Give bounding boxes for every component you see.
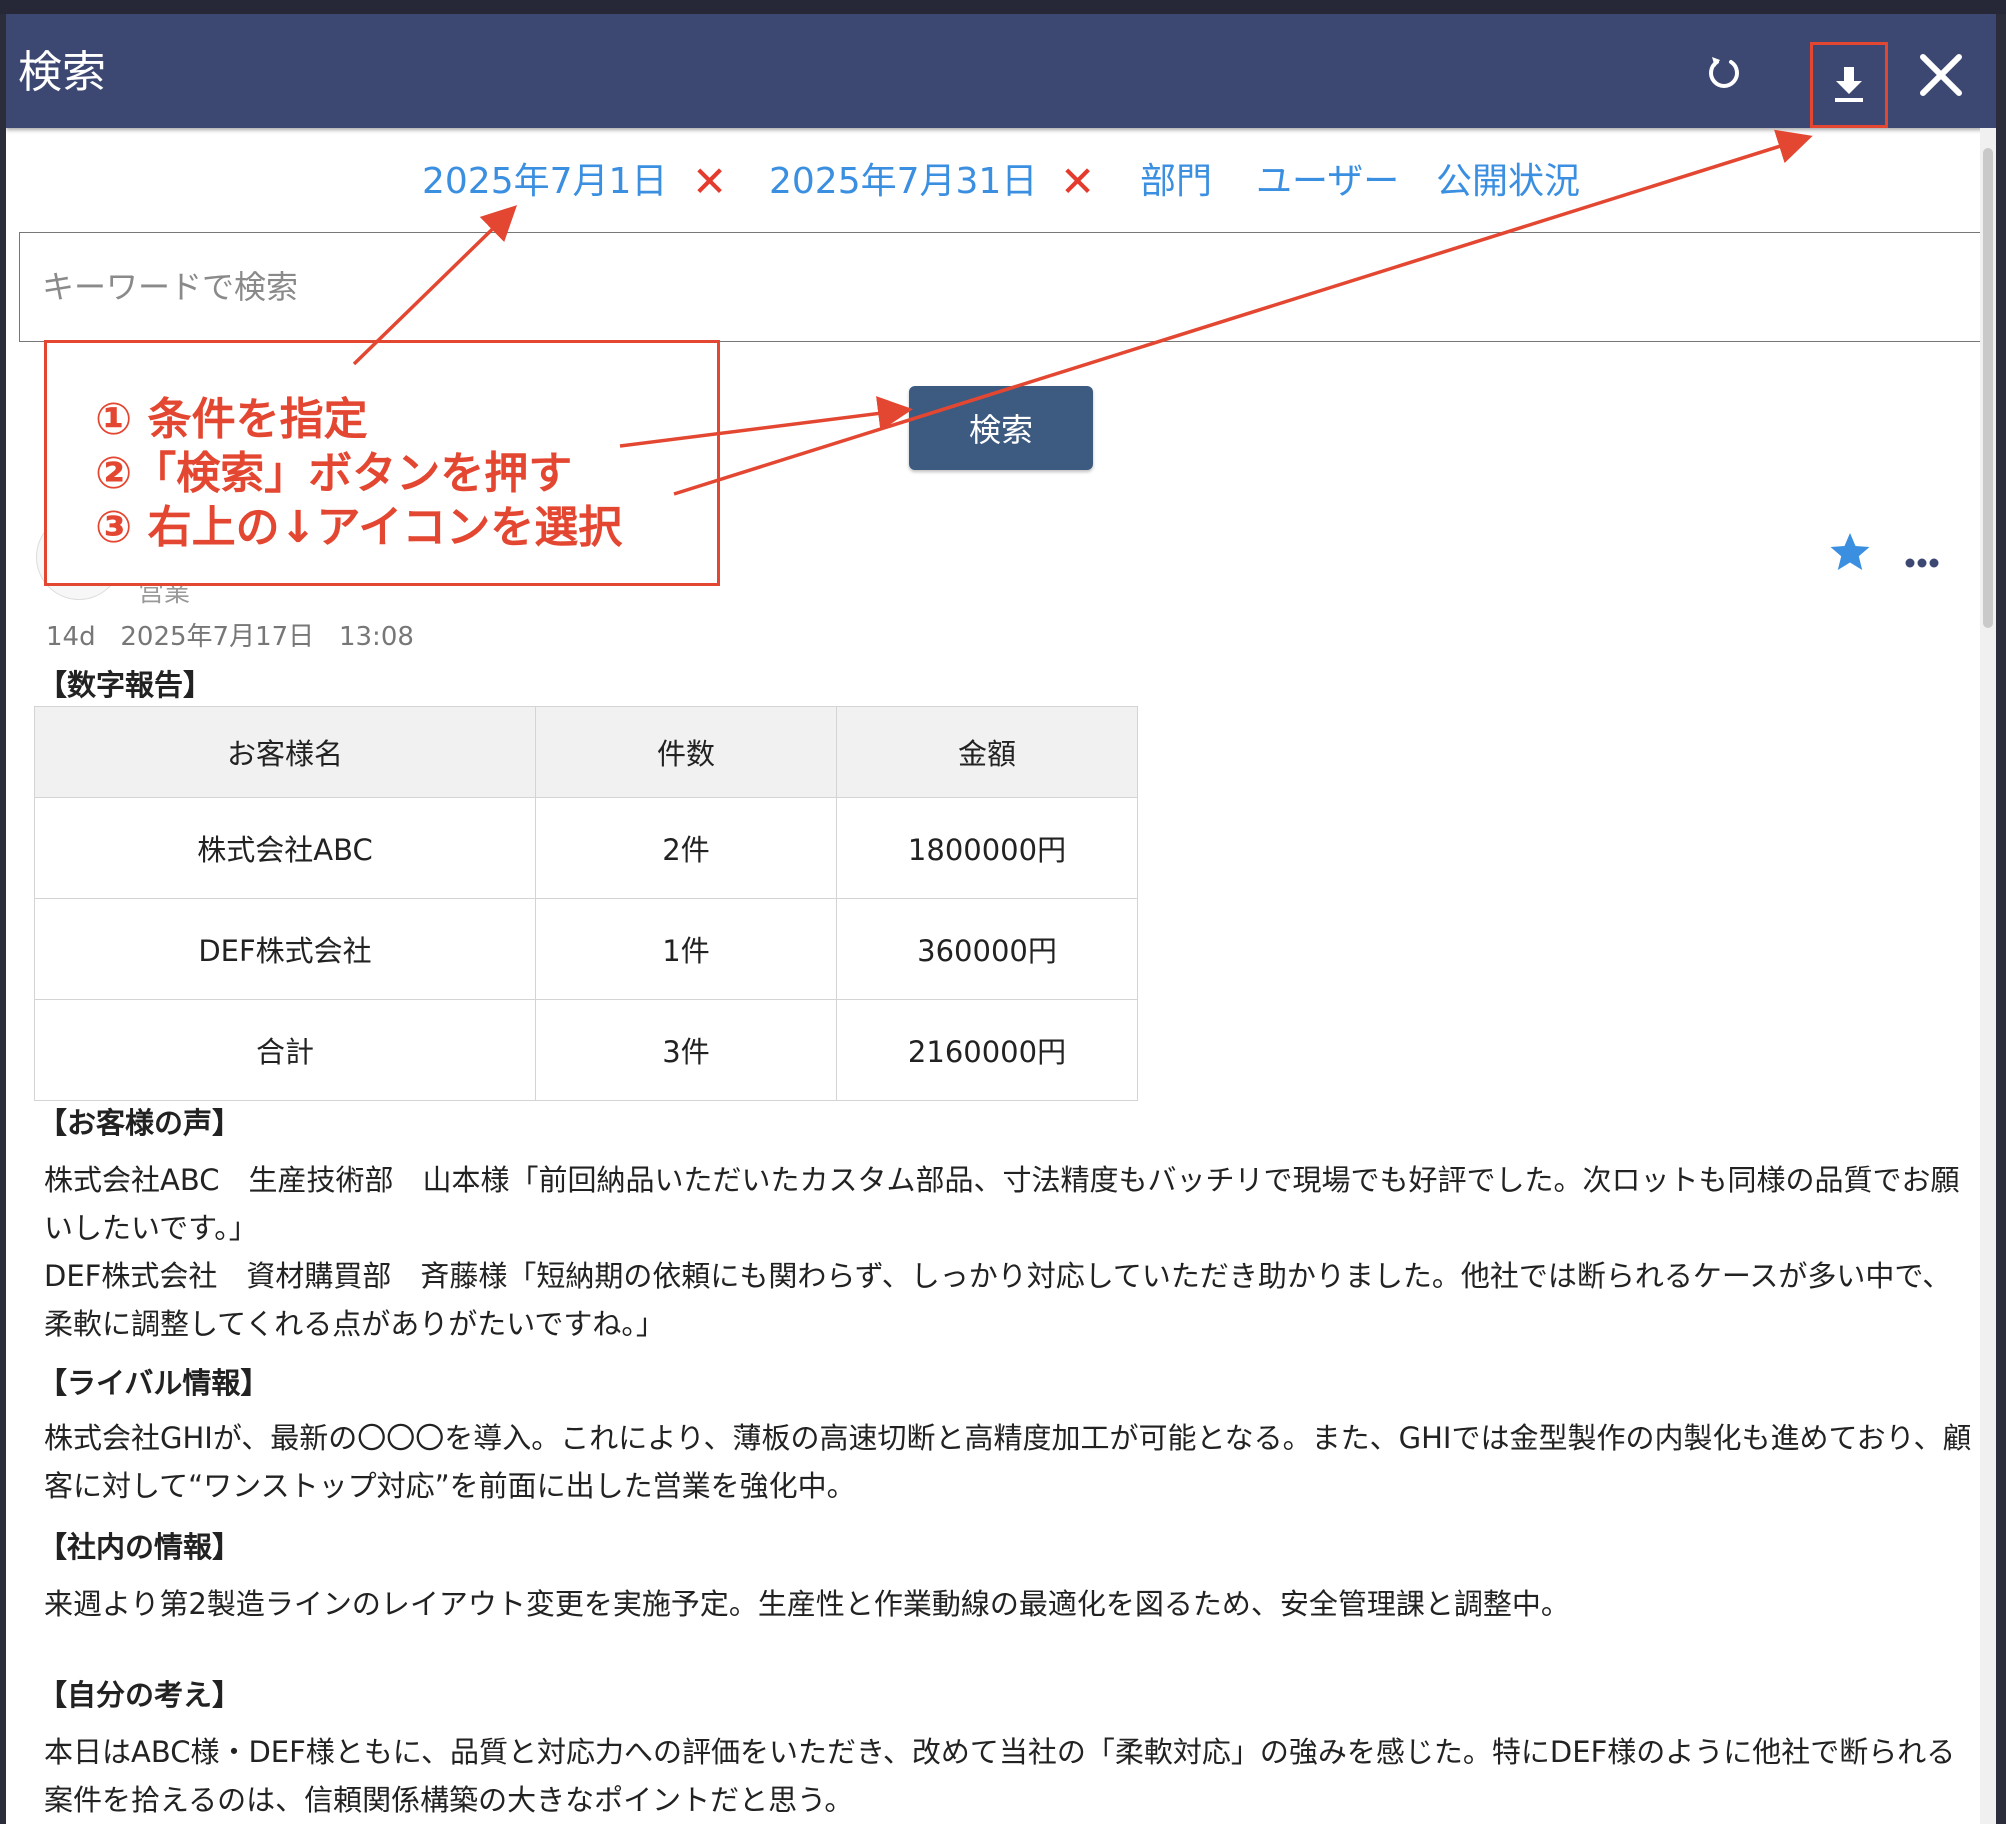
- close-icon: [1920, 54, 1962, 96]
- search-input[interactable]: [20, 233, 1991, 341]
- search-field: [19, 232, 1991, 342]
- favorite-star-icon[interactable]: [1828, 530, 1872, 578]
- scrollbar[interactable]: [1980, 128, 1996, 1824]
- section-voice-heading: 【お客様の声】: [38, 1106, 242, 1140]
- clear-start-date-icon[interactable]: ✕: [692, 152, 727, 212]
- section-opinion-heading: 【自分の考え】: [38, 1678, 242, 1712]
- start-date-filter[interactable]: 2025年7月1日: [422, 152, 667, 212]
- table-cell: 2件: [535, 797, 837, 899]
- download-highlight-box: [1810, 42, 1888, 128]
- close-button[interactable]: [1906, 40, 1976, 110]
- user-filter[interactable]: ユーザー: [1256, 152, 1399, 212]
- customer-voice-2: DEF株式会社 資材購買部 斉藤様「短納期の依頼にも関わらず、しっかり対応してい…: [44, 1259, 1952, 1341]
- table-cell: DEF株式会社: [34, 898, 536, 1000]
- instruction-callout: ① 条件を指定 ②「検索」ボタンを押す ③ 右上の↓アイコンを選択: [44, 340, 720, 586]
- visibility-filter[interactable]: 公開状況: [1436, 152, 1580, 212]
- more-options-icon[interactable]: [1904, 546, 1940, 569]
- table-row: 合計 3件 2160000円: [34, 999, 1138, 1101]
- column-header-amount: 金額: [836, 706, 1138, 798]
- internal-info-text: 来週より第2製造ラインのレイアウト変更を実施予定。生産性と作業動線の最適化を図る…: [44, 1587, 1570, 1621]
- table-cell: 株式会社ABC: [34, 797, 536, 899]
- post-card: 営業 14d 2025年7月17日 13:08 【数字報告】 お客様名 件数 金…: [16, 494, 1971, 1824]
- customer-voice-1: 株式会社ABC 生産技術部 山本様「前回納品いただいたカスタム部品、寸法精度もバ…: [44, 1163, 1960, 1245]
- sales-table: お客様名 件数 金額 株式会社ABC 2件 1800000円 DEF株式会社 1…: [34, 706, 1138, 1101]
- table-header-row: お客様名 件数 金額: [34, 706, 1138, 798]
- table-cell: 360000円: [836, 898, 1138, 1000]
- refresh-button[interactable]: [1696, 44, 1752, 100]
- search-panel: 検索 2025年7月1日 ✕ 2025年7月31日 ✕ 部門 ユーザー 公開状況: [6, 14, 1996, 1824]
- section-numbers-heading: 【数字報告】: [38, 668, 213, 702]
- section-rival-heading: 【ライバル情報】: [38, 1366, 270, 1400]
- header-bar: 検索: [6, 14, 1996, 128]
- table-cell: 合計: [34, 999, 536, 1101]
- section-internal-heading: 【社内の情報】: [38, 1530, 242, 1564]
- column-header-customer: お客様名: [34, 706, 536, 798]
- column-header-count: 件数: [535, 706, 837, 798]
- filter-bar: 2025年7月1日 ✕ 2025年7月31日 ✕ 部門 ユーザー 公開状況: [6, 152, 1996, 212]
- table-cell: 1800000円: [836, 797, 1138, 899]
- clear-end-date-icon[interactable]: ✕: [1060, 152, 1095, 212]
- page-title: 検索: [18, 47, 106, 98]
- refresh-icon: [1709, 57, 1739, 88]
- table-cell: 2160000円: [836, 999, 1138, 1101]
- window-top-strip: [0, 0, 2006, 14]
- department-filter[interactable]: 部門: [1140, 152, 1212, 212]
- table-cell: 3件: [535, 999, 837, 1101]
- opinion-text: 本日はABC様・DEF様ともに、品質と対応力への評価をいただき、改めて当社の「柔…: [44, 1735, 1956, 1817]
- post-timestamp: 14d 2025年7月17日 13:08: [46, 622, 414, 652]
- end-date-filter[interactable]: 2025年7月31日: [769, 152, 1037, 212]
- table-row: DEF株式会社 1件 360000円: [34, 898, 1138, 1000]
- search-button[interactable]: 検索: [909, 386, 1093, 470]
- table-cell: 1件: [535, 898, 837, 1000]
- table-row: 株式会社ABC 2件 1800000円: [34, 797, 1138, 899]
- instruction-step-3: ③ 右上の↓アイコンを選択: [95, 502, 623, 553]
- scrollbar-thumb[interactable]: [1983, 148, 1993, 628]
- rival-info-text: 株式会社GHIが、最新の〇〇〇を導入。これにより、薄板の高速切断と高精度加工が可…: [44, 1421, 1972, 1503]
